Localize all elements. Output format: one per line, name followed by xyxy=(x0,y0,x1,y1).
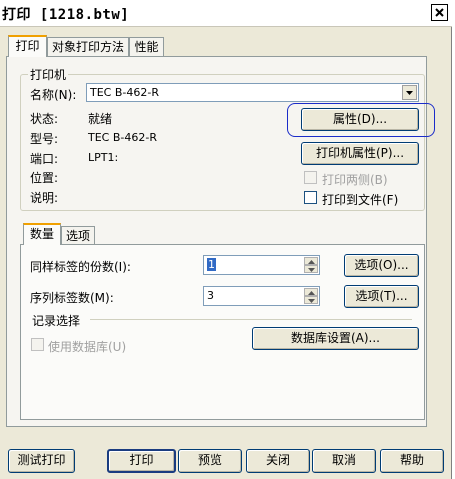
close-icon xyxy=(435,8,444,17)
tab-print[interactable]: 打印 xyxy=(8,35,47,57)
comment-label: 说明: xyxy=(30,191,59,205)
port-value: LPT1: xyxy=(88,151,119,164)
tab-quantity[interactable]: 数量 xyxy=(23,223,61,245)
copies-spinner[interactable]: 1 xyxy=(203,255,320,275)
tab-object-print-method[interactable]: 对象打印方法 xyxy=(47,37,129,56)
printer-name-label: 名称(N): xyxy=(30,88,77,102)
database-settings-button[interactable]: 数据库设置(A)... xyxy=(252,327,419,350)
printer-name-value: TEC B-462-R xyxy=(90,86,159,99)
chevron-down-icon xyxy=(406,91,413,95)
title-bar: 打印 [1218.btw] xyxy=(0,0,452,27)
duplex-checkbox[interactable] xyxy=(304,171,317,184)
print-to-file-checkbox[interactable] xyxy=(304,191,317,204)
serial-labels-label: 序列标签数(M): xyxy=(30,291,114,305)
duplex-label: 打印两侧(B) xyxy=(322,173,388,187)
location-label: 位置: xyxy=(30,171,59,185)
status-label: 状态: xyxy=(30,112,59,126)
use-database-label: 使用数据库(U) xyxy=(48,340,127,354)
model-label: 型号: xyxy=(30,132,59,146)
arrow-down-icon xyxy=(308,268,315,272)
print-button[interactable]: 打印 xyxy=(107,449,176,473)
arrow-down-icon xyxy=(308,299,315,303)
serial-decrement-button[interactable] xyxy=(304,296,318,304)
copies-decrement-button[interactable] xyxy=(304,265,318,273)
serial-increment-button[interactable] xyxy=(304,288,318,296)
print-to-file-label: 打印到文件(F) xyxy=(322,193,399,207)
cancel-button[interactable]: 取消 xyxy=(312,449,376,473)
copies-value: 1 xyxy=(207,258,216,271)
copies-increment-button[interactable] xyxy=(304,257,318,265)
test-print-button[interactable]: 测试打印 xyxy=(8,449,75,473)
serial-spin-buttons xyxy=(304,288,318,304)
status-value: 就绪 xyxy=(88,112,113,126)
serial-options-button[interactable]: 选项(T)... xyxy=(344,285,419,308)
printer-name-select[interactable]: TEC B-462-R xyxy=(86,83,419,102)
printer-name-dropdown-button[interactable] xyxy=(402,85,417,100)
model-value: TEC B-462-R xyxy=(88,131,157,144)
copies-options-button[interactable]: 选项(O)... xyxy=(344,254,419,277)
serial-labels-value: 3 xyxy=(207,289,214,302)
tab-options[interactable]: 选项 xyxy=(61,226,95,245)
copies-spin-buttons xyxy=(304,257,318,273)
print-dialog: 打印 [1218.btw] 打印 对象打印方法 性能 打印机 名称(N): TE… xyxy=(0,0,452,479)
serial-labels-spinner[interactable]: 3 xyxy=(203,286,320,306)
record-selection-title: 记录选择 xyxy=(32,314,81,328)
arrow-up-icon xyxy=(308,260,315,264)
help-button[interactable]: 帮助 xyxy=(380,449,444,473)
tab-performance[interactable]: 性能 xyxy=(129,37,164,56)
printer-group-title: 打印机 xyxy=(28,66,69,83)
close-window-button[interactable] xyxy=(431,4,448,21)
arrow-up-icon xyxy=(308,291,315,295)
close-button[interactable]: 关闭 xyxy=(246,449,310,473)
window-title: 打印 [1218.btw] xyxy=(2,7,130,23)
port-label: 端口: xyxy=(30,152,59,166)
use-database-checkbox[interactable] xyxy=(31,338,44,351)
record-selection-divider xyxy=(90,319,412,320)
printer-properties-button[interactable]: 打印机属性(P)... xyxy=(301,142,419,165)
copies-label: 同样标签的份数(I): xyxy=(30,260,131,274)
preview-button[interactable]: 预览 xyxy=(178,449,242,473)
properties-button[interactable]: 属性(D)... xyxy=(301,108,419,131)
